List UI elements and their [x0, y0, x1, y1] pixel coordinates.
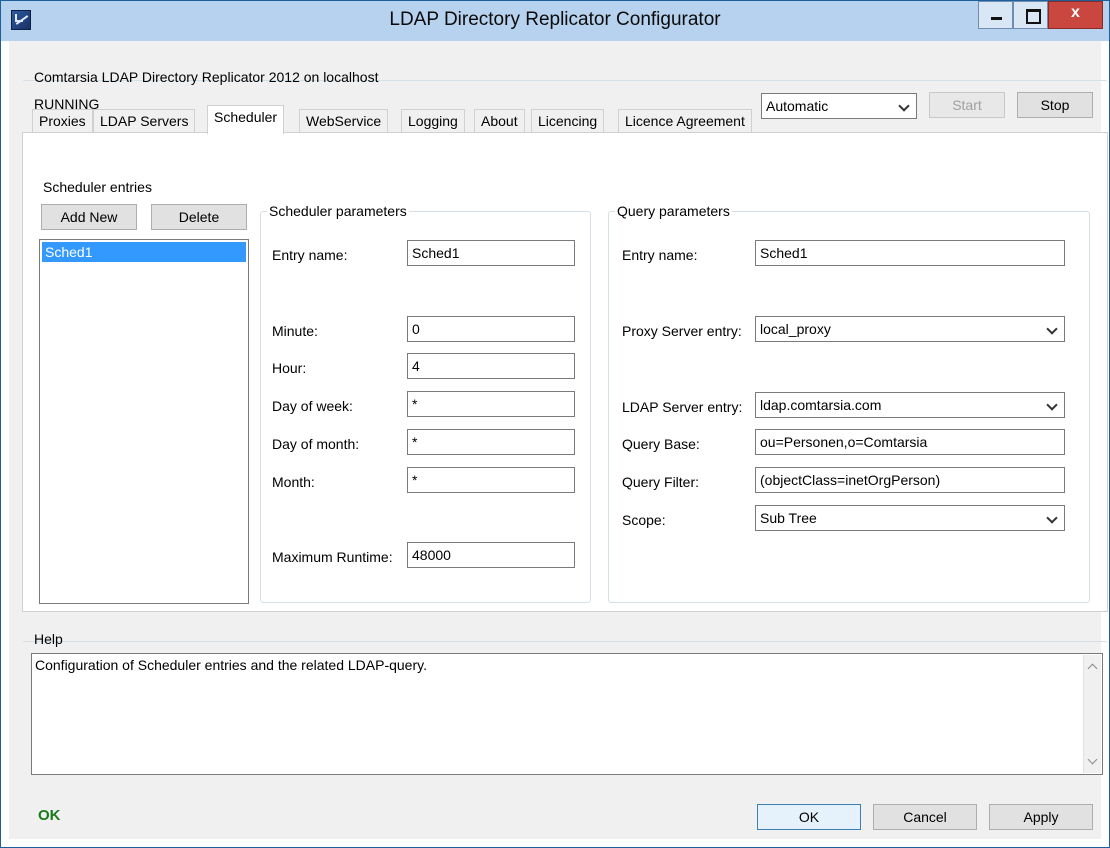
month-label: Month:	[272, 474, 315, 490]
tab-licence-agreement[interactable]: Licence Agreement	[618, 109, 752, 133]
hour-field[interactable]: 4	[407, 353, 575, 379]
chevron-down-icon	[1046, 399, 1058, 411]
list-item[interactable]: Sched1	[42, 242, 246, 262]
maximize-button[interactable]	[1013, 1, 1048, 29]
close-button[interactable]: x	[1048, 1, 1103, 29]
service-group-label: Comtarsia LDAP Directory Replicator 2012…	[34, 69, 379, 85]
query-entry-name-label: Entry name:	[622, 247, 698, 263]
hour-label: Hour:	[272, 360, 307, 376]
tab-logging[interactable]: Logging	[401, 109, 465, 133]
chevron-down-icon	[1046, 323, 1058, 335]
proxy-server-select[interactable]: local_proxy	[755, 316, 1065, 342]
minimize-button[interactable]	[978, 1, 1013, 29]
delete-button[interactable]: Delete	[151, 204, 247, 230]
app-window: LDAP Directory Replicator Configurator x…	[0, 0, 1110, 848]
ok-button[interactable]: OK	[757, 804, 861, 830]
query-base-label: Query Base:	[622, 436, 700, 452]
tab-webservice[interactable]: WebService	[299, 109, 389, 133]
minute-field[interactable]: 0	[407, 316, 575, 342]
max-runtime-field[interactable]: 48000	[407, 542, 575, 568]
scope-select[interactable]: Sub Tree	[755, 505, 1065, 531]
chevron-up-icon[interactable]	[1087, 663, 1098, 674]
sched-entry-name-label: Entry name:	[272, 247, 348, 263]
max-runtime-label: Maximum Runtime:	[272, 549, 393, 565]
minute-label: Minute:	[272, 323, 318, 339]
startup-mode-select[interactable]: Automatic	[761, 93, 917, 119]
stop-button[interactable]: Stop	[1017, 92, 1093, 118]
ldap-server-select[interactable]: ldap.comtarsia.com	[755, 392, 1065, 418]
tab-scheduler[interactable]: Scheduler	[207, 105, 285, 134]
ldap-server-entry-label: LDAP Server entry:	[622, 399, 743, 415]
tab-licencing[interactable]: Licencing	[531, 109, 605, 133]
tab-about[interactable]: About	[474, 109, 525, 133]
startup-mode-value: Automatic	[766, 98, 829, 114]
window-title: LDAP Directory Replicator Configurator	[389, 9, 721, 30]
help-text: Configuration of Scheduler entries and t…	[35, 657, 427, 673]
close-icon: x	[1071, 4, 1080, 21]
query-entry-name-field[interactable]: Sched1	[755, 240, 1065, 266]
month-field[interactable]: *	[407, 467, 575, 493]
ldap-server-value: ldap.comtarsia.com	[760, 397, 882, 413]
scope-value: Sub Tree	[760, 510, 817, 526]
chevron-down-icon[interactable]	[1087, 754, 1098, 765]
scope-label: Scope:	[622, 512, 666, 528]
day-of-month-label: Day of month:	[272, 436, 360, 452]
tab-proxies[interactable]: Proxies	[32, 109, 93, 133]
title-bar[interactable]: LDAP Directory Replicator Configurator x	[1, 1, 1109, 41]
status-indicator: OK	[38, 807, 61, 824]
scheduler-params-legend: Scheduler parameters	[267, 202, 409, 220]
query-base-field[interactable]: ou=Personen,o=Comtarsia	[755, 429, 1065, 455]
help-group-label: Help	[34, 631, 63, 647]
help-scrollbar[interactable]	[1083, 655, 1101, 773]
proxy-server-value: local_proxy	[760, 321, 831, 337]
cancel-button[interactable]: Cancel	[873, 804, 977, 830]
scheduler-entries-list[interactable]: Sched1	[39, 239, 249, 604]
day-of-month-field[interactable]: *	[407, 429, 575, 455]
chevron-down-icon	[1046, 512, 1058, 524]
add-new-button[interactable]: Add New	[41, 204, 137, 230]
help-text-box[interactable]: Configuration of Scheduler entries and t…	[31, 653, 1103, 775]
scheduler-entries-label: Scheduler entries	[43, 179, 152, 195]
query-filter-label: Query Filter:	[622, 474, 700, 490]
query-params-legend: Query parameters	[615, 202, 732, 220]
tab-ldap-servers[interactable]: LDAP Servers	[93, 109, 196, 133]
day-of-week-field[interactable]: *	[407, 391, 575, 417]
proxy-server-entry-label: Proxy Server entry:	[622, 323, 742, 339]
day-of-week-label: Day of week:	[272, 398, 353, 414]
query-filter-field[interactable]: (objectClass=inetOrgPerson)	[755, 467, 1065, 493]
start-button[interactable]: Start	[929, 92, 1005, 118]
apply-button[interactable]: Apply	[989, 804, 1093, 830]
sched-entry-name-field[interactable]: Sched1	[407, 240, 575, 266]
chevron-down-icon	[898, 100, 910, 112]
